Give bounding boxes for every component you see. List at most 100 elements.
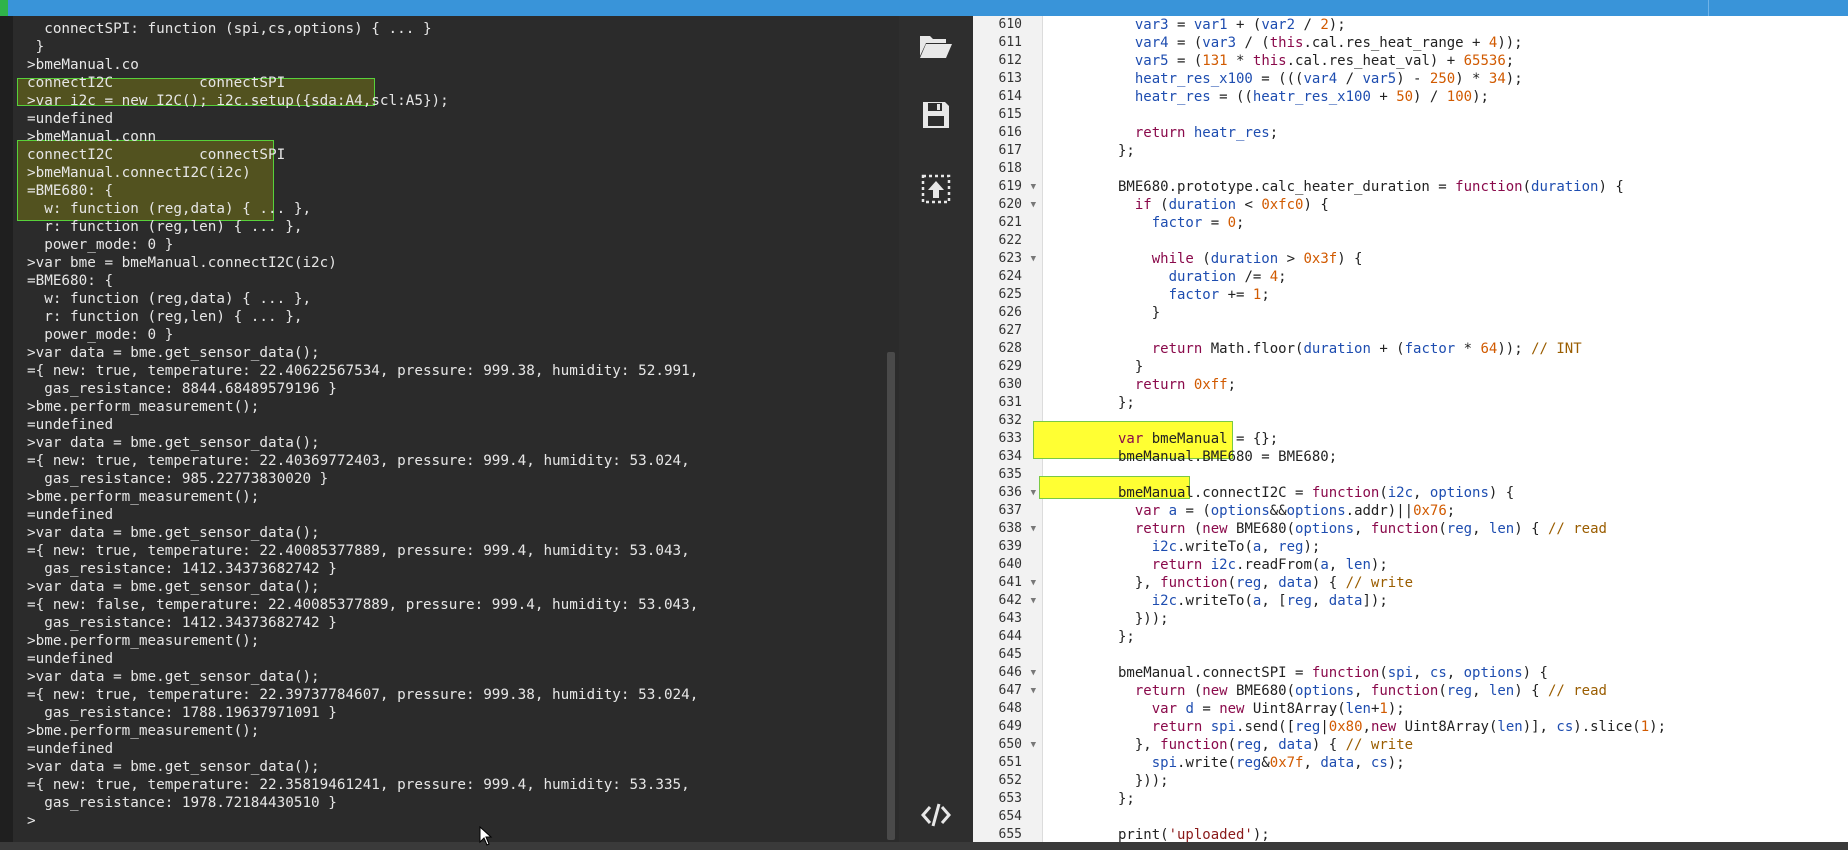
code-line[interactable]: var a = (options&&options.addr)||0x76;: [1045, 502, 1848, 520]
line-number: 655: [998, 827, 1022, 842]
code-line[interactable]: duration /= 4;: [1045, 268, 1848, 286]
console-scrollbar[interactable]: [883, 16, 899, 842]
save-file-button[interactable]: [913, 92, 959, 138]
code-line[interactable]: return (new BME680(options, function(reg…: [1045, 520, 1848, 538]
code-line[interactable]: bmeManual.connectI2C = function(i2c, opt…: [1045, 484, 1848, 502]
console-scrollbar-thumb[interactable]: [887, 352, 895, 840]
fold-toggle-icon[interactable]: ▼: [1031, 520, 1036, 538]
line-number: 623 ▼: [998, 250, 1036, 268]
code-line[interactable]: }, function(reg, data) { // write: [1045, 736, 1848, 754]
console-line: gas_resistance: 8844.68489579196 }: [27, 381, 337, 397]
code-line[interactable]: if (duration < 0xfc0) {: [1045, 196, 1848, 214]
code-line[interactable]: [1045, 106, 1848, 124]
code-line[interactable]: }));: [1045, 610, 1848, 628]
console-line: >bme.perform_measurement();: [27, 633, 260, 649]
line-number: 651: [998, 755, 1022, 770]
console-line: >var i2c = new I2C(); i2c.setup({sda:A4,…: [27, 93, 449, 109]
fold-toggle-icon[interactable]: ▼: [1031, 196, 1036, 214]
code-line[interactable]: spi.write(reg&0x7f, data, cs);: [1045, 754, 1848, 772]
send-to-device-button[interactable]: [913, 166, 959, 212]
line-number: 618: [998, 161, 1022, 176]
code-line[interactable]: [1045, 160, 1848, 178]
code-line[interactable]: return spi.send([reg|0x80,new Uint8Array…: [1045, 718, 1848, 736]
code-line[interactable]: while (duration > 0x3f) {: [1045, 250, 1848, 268]
fold-toggle-icon[interactable]: ▼: [1031, 592, 1036, 610]
console-line: =BME680: {: [27, 183, 114, 199]
code-line[interactable]: var4 = (var3 / (this.cal.res_heat_range …: [1045, 34, 1848, 52]
code-line[interactable]: [1045, 466, 1848, 484]
console-line: w: function (reg,data) { ... },: [27, 201, 312, 217]
console-line: >var data = bme.get_sensor_data();: [27, 669, 320, 685]
console-line: ={ new: true, temperature: 22.3973778460…: [27, 687, 699, 703]
code-line[interactable]: return i2c.readFrom(a, len);: [1045, 556, 1848, 574]
console-terminal[interactable]: connectSPI: function (spi,cs,options) { …: [0, 16, 883, 842]
code-line[interactable]: }));: [1045, 772, 1848, 790]
code-line[interactable]: print('uploaded');: [1045, 826, 1848, 842]
code-line[interactable]: [1045, 322, 1848, 340]
code-line[interactable]: };: [1045, 142, 1848, 160]
line-number: 654: [998, 809, 1022, 824]
code-line[interactable]: }: [1045, 304, 1848, 322]
console-line: >var data = bme.get_sensor_data();: [27, 345, 320, 361]
code-editor[interactable]: 610 611 612 613 614 615 616 617 618 619 ▼ 620 ▼ 621 62…: [973, 16, 1848, 842]
fold-toggle-icon[interactable]: ▼: [1031, 664, 1036, 682]
code-line[interactable]: heatr_res = ((heatr_res_x100 + 50) / 100…: [1045, 88, 1848, 106]
code-line[interactable]: BME680.prototype.calc_heater_duration = …: [1045, 178, 1848, 196]
code-line[interactable]: }: [1045, 358, 1848, 376]
console-line: ={ new: true, temperature: 22.4036977240…: [27, 453, 690, 469]
code-line[interactable]: [1045, 232, 1848, 250]
code-line[interactable]: var5 = (131 * this.cal.res_heat_val) + 6…: [1045, 52, 1848, 70]
console-line: ={ new: true, temperature: 22.4062256753…: [27, 363, 699, 379]
line-number: 637: [998, 503, 1022, 518]
code-line[interactable]: }, function(reg, data) { // write: [1045, 574, 1848, 592]
line-number: 638 ▼: [998, 520, 1036, 538]
code-line[interactable]: factor = 0;: [1045, 214, 1848, 232]
line-number: 646 ▼: [998, 664, 1036, 682]
code-line[interactable]: bmeManual.connectSPI = function(spi, cs,…: [1045, 664, 1848, 682]
code-view-button[interactable]: [913, 792, 959, 838]
line-number: 629: [998, 359, 1022, 374]
line-number: 626: [998, 305, 1022, 320]
code-line[interactable]: };: [1045, 394, 1848, 412]
fold-toggle-icon[interactable]: ▼: [1031, 682, 1036, 700]
console-line: r: function (reg,len) { ... },: [27, 219, 303, 235]
folder-open-icon: [920, 36, 952, 58]
code-line[interactable]: return Math.floor(duration + (factor * 6…: [1045, 340, 1848, 358]
code-line[interactable]: return 0xff;: [1045, 376, 1848, 394]
code-line[interactable]: };: [1045, 790, 1848, 808]
console-line: r: function (reg,len) { ... },: [27, 309, 303, 325]
fold-toggle-icon[interactable]: ▼: [1031, 484, 1036, 502]
console-line: >var data = bme.get_sensor_data();: [27, 435, 320, 451]
line-number: 621: [998, 215, 1022, 230]
code-line[interactable]: bmeManual.BME680 = BME680;: [1045, 448, 1848, 466]
code-line[interactable]: var bmeManual = {};: [1045, 430, 1848, 448]
code-line[interactable]: return heatr_res;: [1045, 124, 1848, 142]
open-file-button[interactable]: [913, 22, 959, 68]
line-number: 613: [998, 71, 1022, 86]
line-number: 645: [998, 647, 1022, 662]
code-line[interactable]: i2c.writeTo(a, [reg, data]);: [1045, 592, 1848, 610]
upload-to-device-icon: [921, 174, 951, 204]
code-line[interactable]: [1045, 412, 1848, 430]
line-number: 644: [998, 629, 1022, 644]
ide-toolbar: [899, 16, 973, 842]
code-text[interactable]: var3 = var1 + (var2 / 2); var4 = (var3 /…: [1045, 16, 1848, 842]
code-line[interactable]: [1045, 808, 1848, 826]
code-line[interactable]: heatr_res_x100 = (((var4 / var5) - 250) …: [1045, 70, 1848, 88]
code-line[interactable]: factor += 1;: [1045, 286, 1848, 304]
console-line: connectI2C connectSPI: [27, 75, 286, 91]
code-line[interactable]: return (new BME680(options, function(reg…: [1045, 682, 1848, 700]
fold-toggle-icon[interactable]: ▼: [1031, 574, 1036, 592]
line-number: 624: [998, 269, 1022, 284]
code-line[interactable]: var d = new Uint8Array(len+1);: [1045, 700, 1848, 718]
fold-toggle-icon[interactable]: ▼: [1031, 178, 1036, 196]
fold-toggle-icon[interactable]: ▼: [1031, 736, 1036, 754]
console-line: w: function (reg,data) { ... },: [27, 291, 312, 307]
code-line[interactable]: i2c.writeTo(a, reg);: [1045, 538, 1848, 556]
console-line: ={ new: true, temperature: 22.3581946124…: [27, 777, 690, 793]
code-line[interactable]: var3 = var1 + (var2 / 2);: [1045, 16, 1848, 34]
fold-toggle-icon[interactable]: ▼: [1031, 250, 1036, 268]
line-number: 630: [998, 377, 1022, 392]
code-line[interactable]: [1045, 646, 1848, 664]
code-line[interactable]: };: [1045, 628, 1848, 646]
